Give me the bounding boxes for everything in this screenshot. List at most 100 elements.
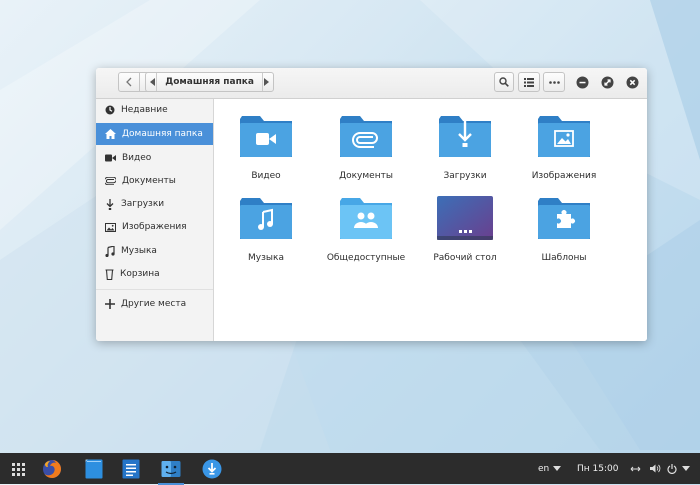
file-manager-window: Домашняя папка Недавние bbox=[96, 68, 647, 341]
keyboard-layout-indicator[interactable]: en bbox=[538, 453, 561, 484]
sidebar-item-other-locations[interactable]: Другие места bbox=[96, 293, 213, 315]
minimize-icon bbox=[576, 76, 589, 89]
text-editor-icon bbox=[122, 459, 140, 479]
firefox-icon bbox=[42, 459, 62, 479]
back-button[interactable] bbox=[118, 72, 140, 92]
clock-label: Пн 15:00 bbox=[577, 464, 618, 474]
arrow-left-icon bbox=[150, 78, 156, 86]
notes-launcher[interactable] bbox=[82, 457, 106, 481]
volume-icon bbox=[650, 464, 661, 473]
apps-grid-button[interactable] bbox=[8, 457, 28, 481]
network-indicator[interactable] bbox=[630, 453, 641, 484]
language-label: en bbox=[538, 464, 549, 474]
sidebar-item-label: Документы bbox=[122, 176, 176, 186]
pictures-folder-icon bbox=[536, 113, 592, 161]
path-scroll-right-button[interactable] bbox=[262, 73, 269, 91]
menu-button[interactable] bbox=[543, 72, 565, 92]
plus-icon bbox=[105, 299, 115, 309]
folder-label: Музыка bbox=[220, 253, 312, 263]
network-icon bbox=[630, 465, 641, 473]
downloader-launcher[interactable] bbox=[200, 457, 224, 481]
header-bar: Домашняя папка bbox=[96, 68, 647, 99]
music-icon bbox=[105, 246, 115, 257]
file-manager-icon bbox=[161, 459, 181, 479]
folder-label: Документы bbox=[320, 171, 412, 181]
folder-view: Видео Документы Загрузки bbox=[214, 99, 647, 341]
video-icon bbox=[105, 154, 116, 162]
maximize-button[interactable] bbox=[601, 76, 614, 89]
sidebar-item-label: Недавние bbox=[121, 105, 168, 115]
path-scroll-left-button[interactable] bbox=[150, 73, 157, 91]
clock[interactable]: Пн 15:00 bbox=[577, 453, 618, 484]
view-mode-button[interactable] bbox=[518, 72, 540, 92]
sidebar-item-recent[interactable]: Недавние bbox=[96, 99, 213, 121]
folder-documents[interactable]: Документы bbox=[320, 105, 412, 185]
sidebar-item-label: Изображения bbox=[122, 222, 187, 232]
sidebar-item-videos[interactable]: Видео bbox=[96, 147, 213, 169]
public-folder-icon bbox=[338, 195, 394, 243]
maximize-icon bbox=[601, 76, 614, 89]
download-icon bbox=[105, 199, 115, 210]
video-folder-icon bbox=[238, 113, 294, 161]
desktop-folder-icon bbox=[437, 195, 493, 243]
search-icon bbox=[499, 77, 509, 87]
folder-label: Шаблоны bbox=[518, 253, 610, 263]
trash-icon bbox=[105, 269, 114, 280]
sidebar-item-downloads[interactable]: Загрузки bbox=[96, 193, 213, 215]
apps-grid-icon bbox=[12, 463, 25, 476]
chevron-down-icon bbox=[553, 466, 561, 471]
sidebar-separator bbox=[96, 289, 213, 290]
sidebar-item-label: Музыка bbox=[121, 246, 157, 256]
documents-folder-icon bbox=[338, 113, 394, 161]
folder-downloads[interactable]: Загрузки bbox=[419, 105, 511, 185]
sidebar-item-music[interactable]: Музыка bbox=[96, 240, 213, 262]
power-icon bbox=[667, 464, 677, 474]
sidebar-item-home[interactable]: Домашняя папка bbox=[96, 123, 213, 145]
folder-label: Изображения bbox=[518, 171, 610, 181]
list-view-icon bbox=[524, 78, 534, 87]
image-icon bbox=[105, 223, 116, 232]
downloads-folder-icon bbox=[437, 113, 493, 161]
sidebar-item-pictures[interactable]: Изображения bbox=[96, 216, 213, 238]
minimize-button[interactable] bbox=[576, 76, 589, 89]
clock-icon bbox=[105, 105, 115, 115]
firefox-launcher[interactable] bbox=[40, 457, 64, 481]
folder-templates[interactable]: Шаблоны bbox=[518, 187, 610, 267]
chevron-left-icon bbox=[125, 77, 133, 87]
folder-label: Видео bbox=[220, 171, 312, 181]
folder-videos[interactable]: Видео bbox=[220, 105, 312, 185]
sidebar: Недавние Домашняя папка Видео Документы … bbox=[96, 99, 214, 341]
text-editor-launcher[interactable] bbox=[119, 457, 143, 481]
chevron-down-icon bbox=[682, 466, 690, 471]
close-button[interactable] bbox=[626, 76, 639, 89]
folder-music[interactable]: Музыка bbox=[220, 187, 312, 267]
search-button[interactable] bbox=[494, 72, 514, 92]
taskbar: en Пн 15:00 bbox=[0, 453, 700, 484]
more-options-icon bbox=[549, 81, 560, 84]
sidebar-item-label: Загрузки bbox=[121, 199, 164, 209]
sidebar-item-label: Видео bbox=[122, 153, 151, 163]
arrow-right-icon bbox=[263, 78, 269, 86]
sidebar-item-label: Корзина bbox=[120, 269, 160, 279]
folder-label: Общедоступные bbox=[320, 253, 412, 263]
paperclip-icon bbox=[105, 177, 116, 185]
downloader-icon bbox=[202, 459, 222, 479]
folder-public[interactable]: Общедоступные bbox=[320, 187, 412, 267]
folder-label: Загрузки bbox=[419, 171, 511, 181]
path-current-folder[interactable]: Домашняя папка bbox=[165, 77, 254, 87]
sidebar-item-trash[interactable]: Корзина bbox=[96, 263, 213, 285]
templates-folder-icon bbox=[536, 195, 592, 243]
path-bar: Домашняя папка bbox=[145, 72, 274, 92]
power-menu[interactable] bbox=[667, 453, 690, 484]
close-icon bbox=[626, 76, 639, 89]
home-icon bbox=[105, 129, 116, 139]
folder-desktop[interactable]: Рабочий стол bbox=[419, 187, 511, 267]
notes-icon bbox=[85, 459, 103, 479]
folder-label: Рабочий стол bbox=[419, 253, 511, 263]
sidebar-item-documents[interactable]: Документы bbox=[96, 170, 213, 192]
folder-pictures[interactable]: Изображения bbox=[518, 105, 610, 185]
file-manager-launcher[interactable] bbox=[158, 457, 184, 481]
sidebar-item-label: Домашняя папка bbox=[122, 129, 203, 139]
sidebar-item-label: Другие места bbox=[121, 299, 186, 309]
volume-indicator[interactable] bbox=[650, 453, 661, 484]
